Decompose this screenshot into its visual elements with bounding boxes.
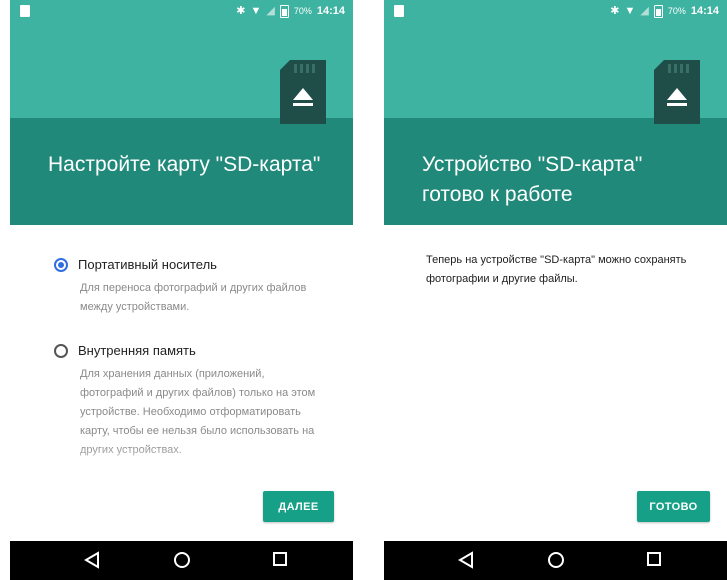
sd-card-icon <box>280 60 326 124</box>
option-internal-storage[interactable]: Внутренняя память <box>54 342 196 360</box>
bluetooth-icon: ✱ <box>236 5 246 17</box>
page-title: Устройство "SD-карта" готово к работе <box>422 153 643 206</box>
ready-message: Теперь на устройстве "SD-карта" можно со… <box>426 254 687 285</box>
signal-icon: ◢ <box>640 5 649 17</box>
battery-percent: 70% <box>293 6 312 16</box>
sd-notification-icon <box>394 5 404 17</box>
nav-home-icon[interactable] <box>173 551 191 569</box>
next-button[interactable]: ДАЛЕЕ <box>263 491 334 522</box>
navigation-bar <box>10 541 353 580</box>
radio-button-selected[interactable] <box>54 258 68 272</box>
option-description: Для переноса фотографий и других файлов … <box>80 282 307 313</box>
setup-screen-left: ✱ ▼ ◢ 70% 14:14 Настройте карту "SD-карт… <box>10 0 353 580</box>
nav-back-icon[interactable] <box>458 551 474 569</box>
wifi-icon: ▼ <box>250 5 262 17</box>
radio-button-unselected[interactable] <box>54 344 68 358</box>
page-title: Настройте карту "SD-карта" <box>48 153 321 176</box>
header-banner: ✱ ▼ ◢ 70% 14:14 Устройство "SD-карта" го… <box>384 0 727 225</box>
nav-recents-icon[interactable] <box>272 551 288 567</box>
nav-back-icon[interactable] <box>84 551 100 569</box>
scroll-fade <box>10 445 353 475</box>
signal-icon: ◢ <box>266 5 275 17</box>
setup-screen-right: ✱ ▼ ◢ 70% 14:14 Устройство "SD-карта" го… <box>384 0 727 580</box>
battery-percent: 70% <box>667 6 686 16</box>
bluetooth-icon: ✱ <box>610 5 620 17</box>
clock: 14:14 <box>690 5 719 17</box>
wifi-icon: ▼ <box>624 5 636 17</box>
option-portable-storage[interactable]: Портативный носитель <box>54 256 217 274</box>
status-bar: ✱ ▼ ◢ 70% 14:14 <box>384 0 727 24</box>
option-label: Портативный носитель <box>78 257 217 272</box>
option-label: Внутренняя память <box>78 343 196 358</box>
header-banner: ✱ ▼ ◢ 70% 14:14 Настройте карту "SD-карт… <box>10 0 353 225</box>
nav-home-icon[interactable] <box>547 551 565 569</box>
battery-icon <box>653 4 663 18</box>
battery-icon <box>279 4 289 18</box>
navigation-bar <box>384 541 727 580</box>
status-bar: ✱ ▼ ◢ 70% 14:14 <box>10 0 353 24</box>
nav-recents-icon[interactable] <box>646 551 662 567</box>
clock: 14:14 <box>316 5 345 17</box>
done-button[interactable]: ГОТОВО <box>637 491 710 522</box>
sd-card-icon <box>654 60 700 124</box>
sd-notification-icon <box>20 5 30 17</box>
